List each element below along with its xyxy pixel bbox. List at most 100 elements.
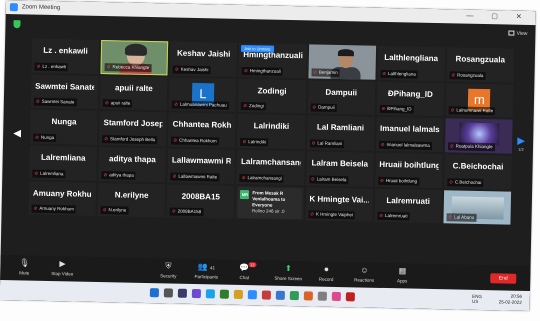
participant-tile[interactable]: Keshav Jaishi ⊘ Keshav Jaishi (169, 41, 238, 77)
participant-tile[interactable]: 2008BA15 ⊘ 2008BA158 (166, 184, 235, 220)
participant-tile[interactable]: MR From Mesak R Venlalhoama to Everyone Rol… (235, 185, 304, 221)
participant-label-text: Rosangzuala (457, 72, 484, 78)
mic-muted-icon: ⊘ (449, 178, 453, 185)
previous-page-button[interactable]: ◀ (11, 120, 24, 146)
mute-button[interactable]: 🎙 Mute (6, 258, 42, 276)
shield-icon: ⛨ (165, 261, 172, 271)
chrome-icon[interactable] (219, 289, 229, 299)
participant-label: ⊘ N.erilyne (100, 206, 129, 215)
mic-muted-icon: ⊘ (313, 69, 317, 75)
acrobat-icon[interactable] (345, 292, 355, 302)
participant-tile[interactable]: ⊘ Lal Abanu (443, 189, 512, 225)
participant-label: ⊘ ÐPihang_ID (379, 105, 414, 114)
chat-button[interactable]: 💬 13 Chat (226, 262, 262, 281)
participant-label-text: Chhantea Rokhum (179, 137, 217, 144)
task-view-icon[interactable] (177, 288, 187, 298)
participant-label-text: ÐPihang_ID (387, 106, 412, 112)
photo-of-screen: Zoom Meeting — ▢ ✕ View ◀ ▶ 1/2 Lz . enk… (0, 0, 540, 321)
participant-tile[interactable]: ⊘ Rebecca Khiangte (100, 40, 169, 76)
reactions-button[interactable]: ☺ Reactions (346, 265, 382, 283)
participant-tile[interactable]: Rosangzuala ⊘ Rosangzuala (446, 47, 515, 83)
participant-tile[interactable]: Hruaii boihtlung ⊘ Hruaii boihtlung (374, 152, 443, 188)
participant-name: Rosangzuala (455, 54, 506, 65)
edge-browser-icon[interactable] (205, 289, 215, 299)
participant-tile[interactable]: Stamford Joseph... ⊘ Stamford Joseph Bellu (99, 111, 167, 147)
participant-label: ⊘ Lal Ramliani (309, 139, 345, 149)
participant-tile[interactable]: aditya thapa ⊘ aditya thapa (98, 146, 167, 183)
participant-label: ⊘ apuii ralte (102, 99, 133, 108)
word-icon[interactable] (275, 290, 285, 300)
zoom-taskbar-icon[interactable] (247, 290, 257, 300)
participant-tile[interactable]: Imanuel lalmals... ⊘ Imanuel lalmalsawma (375, 117, 444, 153)
participant-name: Lalthlengliana (384, 52, 439, 64)
search-icon[interactable] (163, 288, 173, 298)
apps-button[interactable]: ▦ Apps (384, 266, 420, 284)
participant-tile[interactable]: ÐPihang_ID ⊘ ÐPihang_ID (376, 81, 445, 117)
participant-tile[interactable]: Lalthlengliana ⊘ Lalthlengliana (377, 45, 445, 81)
share-screen-icon: ⬆ (284, 263, 292, 274)
participant-tile[interactable]: N.erilyne ⊘ N.erilyne (97, 182, 166, 218)
participant-tile[interactable]: C.Beichochai ⊘ C.Beichochai (444, 154, 512, 190)
tray-language[interactable]: ENG US (472, 294, 482, 304)
participant-tile[interactable]: Sawmtei Sanate ⊘ Sawmtei Sanate (30, 74, 99, 110)
powerpoint-icon[interactable] (303, 291, 313, 301)
participant-tile[interactable]: Lalrindiki ⊘ Lalrindiki (237, 114, 306, 150)
participant-tile[interactable]: ⊘ Ruatpuia Khiangte (444, 118, 513, 154)
participant-tile[interactable]: Hmingthanzuali Ask to Unmute ⊘ Hmingthanzua… (238, 42, 307, 78)
mic-muted-icon: ⊘ (243, 67, 248, 73)
participant-tile[interactable]: Chhantea Rokh... ⊘ Chhantea Rokhum (168, 112, 237, 148)
participant-tile[interactable]: L ⊘ Lalmuanawmi Pachuau (168, 77, 237, 113)
participant-tile[interactable]: Lz . enkawli ⊘ Lz . enkawli (31, 38, 100, 74)
participant-label-text: Lalram Beisela (316, 176, 347, 182)
participant-tile[interactable]: Nunga ⊘ Nunga (29, 109, 98, 145)
participant-label-text: Lalrindiki (248, 139, 267, 145)
window-controls[interactable]: — ▢ ✕ (466, 10, 530, 25)
security-button[interactable]: ⛨ Security (150, 261, 186, 279)
participant-label: ⊘ C.Beichochai (447, 177, 484, 187)
windows-start-icon[interactable] (149, 288, 159, 298)
file-explorer-icon[interactable] (233, 289, 243, 300)
participant-label: ⊘ Chhantea Rokhum (171, 136, 219, 146)
office-icon[interactable] (261, 290, 271, 300)
mic-muted-icon: ⊘ (449, 143, 454, 149)
view-button[interactable]: View (508, 31, 527, 37)
ask-to-unmute-button[interactable]: Ask to Unmute (241, 44, 274, 53)
participant-tile[interactable]: Lalremruati ⊘ Lalremruati (374, 188, 442, 224)
participant-label: ⊘ Zodingi (241, 102, 266, 111)
mic-muted-icon: ⊘ (34, 170, 39, 176)
mic-muted-icon: ⊘ (172, 173, 177, 179)
participant-tile[interactable]: K Hmingte Vai... ⊘ K Hmingte Vaiphei (305, 186, 373, 223)
zoom-logo-icon (9, 3, 18, 12)
media-icon[interactable] (331, 291, 341, 302)
participants-button[interactable]: 👥 41 Participants (188, 262, 224, 280)
participant-tile[interactable]: apuii ralte ⊘ apuii ralte (99, 75, 168, 111)
shield-icon[interactable] (13, 20, 21, 29)
participant-tile[interactable]: Dampuii ⊘ Dampuii (307, 79, 376, 116)
participant-label-text: Keshav Jaishi (180, 66, 209, 72)
participant-tile[interactable]: m ⊘ Lalnunmawii Ralte (445, 82, 514, 118)
excel-icon[interactable] (289, 291, 299, 301)
participant-tile[interactable]: ⊘ Benjamin (307, 44, 376, 80)
participant-name: apuii ralte (114, 82, 153, 93)
teams-icon[interactable] (191, 288, 201, 299)
record-button[interactable]: ⏺ Record (308, 264, 344, 282)
share-screen-button[interactable]: ⬆ Share Screen (270, 264, 306, 282)
next-page-button[interactable]: ▶ 1/2 (515, 131, 528, 157)
participant-tile[interactable]: Lallawmawmi R... ⊘ Lallawmawmi Ralte (167, 148, 236, 184)
chat-notification[interactable]: MR From Mesak R Venlalhoama to Everyone Rol… (237, 186, 302, 220)
participant-label-text: N.erilyne (108, 207, 127, 213)
participant-label-text: Lz . enkawli (42, 63, 66, 69)
participant-label: ⊘ Lal Abanu (446, 213, 477, 223)
settings-icon[interactable] (317, 291, 327, 301)
tray-clock[interactable]: 20:56 25-02-2022 (499, 293, 522, 305)
participant-tile[interactable]: Lalram Beisela ⊘ Lalram Beisela (305, 151, 374, 187)
end-button[interactable]: End (490, 273, 517, 284)
participant-tile[interactable]: Lalremliana ⊘ Lalremliana (29, 145, 98, 181)
participant-name: Lallawmawmi R... (171, 155, 232, 166)
participant-tile[interactable]: Zodingi ⊘ Zodingi (238, 78, 306, 114)
stop-video-button[interactable]: ▶ Stop Video (44, 259, 80, 277)
participant-tile[interactable]: Lalramchansangi ⊘ Lalramchansangi (236, 149, 305, 185)
participant-tile[interactable]: Lal Ramliani ⊘ Lal Ramliani (306, 115, 375, 151)
participant-label: ⊘ Benjamin (311, 68, 340, 77)
participant-tile[interactable]: Amuany Rokhum ⊘ Amuany Rokhum (28, 181, 97, 217)
